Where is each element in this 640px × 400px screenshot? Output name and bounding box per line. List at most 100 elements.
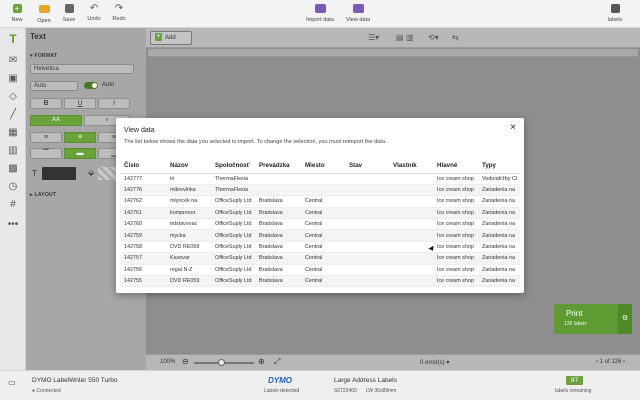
table-row[interactable]: 142776 mikrovlnka ThermaFlexia Ice cream sh…: [120, 184, 520, 197]
valign-top-button[interactable]: ▔: [30, 148, 62, 159]
table-cell: Ice cream shop: [433, 207, 478, 220]
counter-tool-icon[interactable]: #: [6, 198, 20, 212]
table-row[interactable]: 142777 tri ThermaFlexia Ice cream shop Vodoú…: [120, 173, 520, 185]
table-cell: [255, 184, 301, 197]
align-center-button[interactable]: ≡: [64, 132, 96, 143]
redo-icon: ↷: [114, 3, 124, 14]
rotate-icon[interactable]: ⟲▾: [428, 33, 439, 42]
line-tool-icon[interactable]: ╱: [6, 108, 20, 122]
table-row[interactable]: 142759 mycka OfficeSuply Ltd Bratislava Cent…: [120, 229, 520, 242]
zoom-level[interactable]: 100%: [160, 359, 175, 365]
table-cell: 142755: [120, 275, 166, 288]
table-cell: Ice cream shop: [433, 229, 478, 242]
table-row[interactable]: 142754PastelOfficeSuply LtdBratislavaCen…: [120, 286, 520, 288]
image-tool-icon[interactable]: ▣: [6, 72, 20, 86]
table-cell: Ice cream shop: [433, 275, 478, 288]
table-cell: Zariadenia na: [478, 275, 520, 288]
table-cell: Ice cream shop: [433, 286, 478, 288]
open-button[interactable]: Open: [31, 3, 57, 26]
labels-remaining-badge: 87: [566, 376, 584, 385]
text-color-swatch[interactable]: [42, 167, 76, 180]
table-row[interactable]: 142760 odstavovac OfficeSuply Ltd Bratislav…: [120, 218, 520, 231]
table-cell: [345, 184, 389, 197]
table-cell: [389, 173, 433, 185]
folder-icon: [31, 5, 57, 16]
table-tool-icon[interactable]: ▦: [6, 126, 20, 140]
save-button[interactable]: Save: [56, 3, 82, 26]
format-section-header[interactable]: ▾ FORMAT: [30, 53, 57, 59]
panel-title: Text: [30, 32, 46, 41]
table-row[interactable]: 142755 DVD RE059 OfficeSuply Ltd Bratislava…: [120, 275, 520, 288]
table-cell: Central: [301, 286, 345, 288]
address-tool-icon[interactable]: ✉: [6, 54, 20, 68]
redo-button[interactable]: ↷ Redo: [106, 3, 132, 26]
zoom-slider-handle[interactable]: [218, 359, 225, 366]
text-case-button[interactable]: AA: [30, 115, 82, 126]
underline-button[interactable]: U: [64, 98, 96, 109]
arrange-icon[interactable]: ▥: [406, 33, 414, 42]
zoom-bar: 100% ⊖ ⊕ ⤢ 0 error(s) ▾ ‹ 1 of 126 ›: [146, 354, 640, 370]
dialog-title: View data: [124, 127, 155, 134]
table-cell: [389, 184, 433, 197]
table-cell: Bratislava: [255, 275, 301, 288]
font-select[interactable]: Helvetica: [30, 64, 134, 74]
table-row[interactable]: 142758 DVD RE059 OfficeSuply Ltd Bratislava…: [120, 241, 520, 254]
table-cell: OfficeSuply Ltd: [211, 218, 255, 231]
table-row[interactable]: 142757 Kavovar OfficeSuply Ltd Bratislava Ce…: [120, 252, 520, 265]
print-button[interactable]: Print 126 labels: [554, 304, 618, 334]
table-cell: OfficeSuply Ltd: [211, 229, 255, 242]
zoom-in-icon[interactable]: ⊕: [258, 357, 265, 366]
align-left-button[interactable]: ≡: [30, 132, 62, 143]
auto-size-toggle[interactable]: [84, 82, 98, 89]
table-cell: OfficeSuply Ltd: [211, 207, 255, 220]
labels-detected: Labels detected: [264, 388, 300, 394]
zoom-out-icon[interactable]: ⊖: [182, 357, 189, 366]
more-tools-icon[interactable]: •••: [6, 218, 20, 232]
table-cell: OfficeSuply Ltd: [211, 264, 255, 277]
table-cell: 142757: [120, 252, 166, 265]
table-cell: Pastel: [166, 286, 211, 288]
flip-icon[interactable]: ⇆: [452, 33, 459, 42]
valign-middle-button[interactable]: ▬: [64, 148, 96, 159]
data-table[interactable]: Číslo Názov Spoločnosť Prevádzka Miesto Stav V…: [120, 158, 520, 288]
shapes-tool-icon[interactable]: ◇: [6, 90, 20, 104]
import-data-button[interactable]: Import data: [303, 3, 337, 26]
table-cell: Central: [301, 264, 345, 277]
labels-button[interactable]: labels: [603, 3, 627, 26]
barcode-tool-icon[interactable]: ▥: [6, 144, 20, 158]
table-cell: 142777: [120, 173, 166, 185]
table-cell: Ice cream shop: [433, 184, 478, 197]
add-object-button[interactable]: Add: [150, 31, 192, 45]
page-indicator: ‹ 1 of 126 ›: [596, 359, 626, 365]
table-cell: Zariadenia na: [478, 241, 520, 254]
date-time-tool-icon[interactable]: ◷: [6, 180, 20, 194]
table-cell: Central: [301, 229, 345, 242]
table-cell: kompresor: [166, 207, 211, 220]
distribute-icon[interactable]: ▤: [396, 33, 404, 42]
close-icon[interactable]: ×: [510, 122, 516, 133]
table-row[interactable]: 142762 mlyncek na OfficeSuply Ltd Bratislav…: [120, 195, 520, 208]
label-type[interactable]: Large Address Labels: [334, 377, 397, 384]
printer-name[interactable]: DYMO LabelWriter 550 Turbo: [32, 377, 118, 384]
table-cell: OfficeSuply Ltd: [211, 252, 255, 265]
table-cell: Vodoúdržby CI: [478, 173, 520, 185]
table-row[interactable]: 142756 regal N-Z OfficeSuply Ltd Bratislava…: [120, 264, 520, 277]
errors-indicator[interactable]: 0 error(s) ▾: [420, 359, 449, 366]
italic-button[interactable]: I: [98, 98, 130, 109]
table-header-row: Číslo Názov Spoločnosť Prevádzka Miesto Stav V…: [120, 158, 520, 174]
view-data-button[interactable]: View data: [343, 3, 373, 26]
table-cell: [345, 218, 389, 231]
table-row[interactable]: 142761 kompresor OfficeSuply Ltd Bratislava…: [120, 207, 520, 220]
align-objects-icon[interactable]: ☰▾: [368, 33, 379, 42]
new-button[interactable]: + New: [4, 3, 30, 26]
font-size-select[interactable]: Auto: [30, 81, 78, 91]
undo-button[interactable]: ↶ Undo: [81, 3, 107, 26]
status-bar: ▭ DYMO LabelWriter 550 Turbo ● Connected…: [0, 370, 640, 400]
qr-tool-icon[interactable]: ▩: [6, 162, 20, 176]
text-tool-icon[interactable]: T: [6, 32, 20, 46]
layout-section-header[interactable]: ▸ LAYOUT: [30, 192, 56, 198]
column-header: Prevádzka: [255, 158, 301, 174]
print-settings-button[interactable]: ⚙: [618, 304, 632, 334]
fit-to-window-icon[interactable]: ⤢: [274, 357, 280, 367]
bold-button[interactable]: B: [30, 98, 62, 109]
